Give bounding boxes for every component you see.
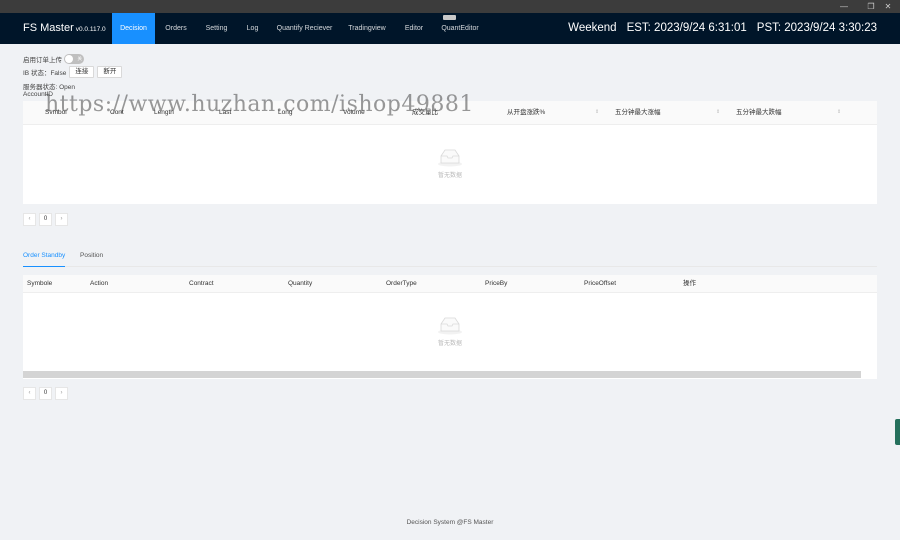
col-contract: Contract [189,280,214,287]
footer-text: Decision System @FS Master [406,519,494,526]
page-number[interactable]: 0 [39,387,52,400]
nav-item-tradingview[interactable]: Tradingview [343,13,391,44]
app-title: FS Master [23,22,74,34]
minimize-icon[interactable]: — [833,0,855,13]
sort-icon[interactable]: ⇕ [716,109,720,115]
col-priceoffset: PriceOffset [584,280,617,287]
nav-item-orders[interactable]: Orders [160,13,192,44]
upload-row: 启用订单上传 关 [23,54,84,64]
est-time: EST: 2023/9/24 6:31:01 [626,22,747,34]
clock-panel: Weekend EST: 2023/9/24 6:31:01 PST: 2023/9… [558,13,877,44]
col-action: Action [90,280,109,287]
nav-item-editor[interactable]: Editor [398,13,430,44]
col-symbol[interactable]: Svmbol [45,101,67,125]
page-number[interactable]: 0 [39,213,52,226]
order-table: Symbole Action Contract Quantity OrderTy… [23,275,877,379]
nav-item-setting[interactable]: Setting [200,13,233,44]
side-drawer-handle[interactable] [895,419,900,445]
empty-box-icon [438,317,462,335]
empty-box-icon [438,149,462,167]
pagination-decision: ‹ 0 › [23,213,68,226]
next-page-button[interactable]: › [55,387,68,400]
order-table-header: Symbole Action Contract Quantity OrderTy… [23,275,877,293]
empty-text: 暂无数据 [437,341,462,347]
col-last[interactable]: Last [219,101,231,125]
account-id-label: AccountID [23,91,53,98]
tab-order-standby[interactable]: Order Standby [23,249,66,267]
col-priceby: PriceBy [485,280,508,287]
decision-table-header: Svmbol Cont Length Last Long Volume 成交量比… [23,101,877,125]
upload-label: 启用订单上传 [23,57,62,64]
nav-item-quantify-reciever[interactable]: Quantify Reciever [272,13,337,44]
upload-switch[interactable]: 关 [64,54,84,64]
col-quantity: Quantity [288,280,313,287]
next-page-button[interactable]: › [55,213,68,226]
col-cont[interactable]: Cont [110,101,124,125]
switch-knob [65,55,73,63]
close-icon[interactable]: ✕ [877,0,899,13]
sort-icon[interactable]: ⇕ [837,109,841,115]
ib-status: IB 状态：False [23,70,67,77]
app-version: v0.0.117.0 [75,26,106,33]
horizontal-scrollbar[interactable] [23,371,861,378]
connect-button[interactable]: 连接 [69,66,95,78]
prev-page-button[interactable]: ‹ [23,387,36,400]
decision-empty-state: 暂无数据 [23,147,877,179]
col-ordertype: OrderType [386,280,417,287]
col-long[interactable]: Long [278,101,292,125]
pst-time: PST: 2023/9/24 3:30:23 [756,22,877,34]
col-symbole: Symbole [27,280,53,287]
col-5min-max-fall[interactable]: 五分钟最大跌幅 [736,101,782,125]
col-open-change[interactable]: 从开盘涨跌% [507,101,545,125]
decision-table: Svmbol Cont Length Last Long Volume 成交量比… [23,101,877,204]
empty-text: 暂无数据 [437,173,462,179]
server-status: 服务器状态: Open [23,84,76,91]
pagination-orders: ‹ 0 › [23,387,68,400]
sort-icon[interactable]: ⇕ [595,109,599,115]
nav-item-decision[interactable]: Decision [112,13,155,44]
top-navbar: FS Master v0.0.117.0 Decision Orders Sett… [0,13,900,44]
switch-state: 关 [77,56,83,61]
col-length[interactable]: Length [154,101,174,125]
col-volume-ratio[interactable]: 成交量比 [412,101,438,125]
app-brand: FS Master v0.0.117.0 [23,13,106,44]
col-volume[interactable]: Volume [343,101,365,125]
nav-item-log[interactable]: Log [240,13,265,44]
window-titlebar: — ❐ ✕ [0,0,900,13]
new-badge [443,15,456,20]
day-label: Weekend [568,22,617,34]
tab-position[interactable]: Position [80,249,103,263]
col-actions: 操作 [683,280,696,287]
col-5min-max-rise[interactable]: 五分钟最大涨幅 [615,101,661,125]
ib-status-row: IB 状态：False 连接 断开 [23,66,123,78]
prev-page-button[interactable]: ‹ [23,213,36,226]
order-tabs: Order Standby Position [23,249,877,267]
disconnect-button[interactable]: 断开 [97,66,123,78]
order-empty-state: 暂无数据 [23,315,877,347]
